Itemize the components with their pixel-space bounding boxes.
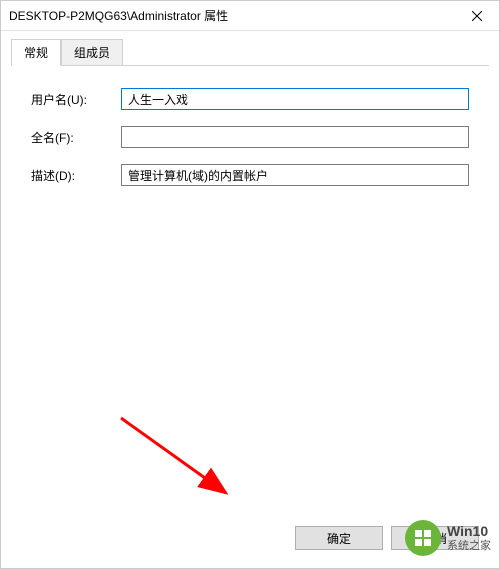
fullname-input[interactable] bbox=[121, 126, 469, 148]
tab-container: 常规 组成员 用户名(U): 全名(F): 描述(D): bbox=[1, 31, 499, 224]
tabs: 常规 组成员 bbox=[11, 39, 489, 66]
description-input[interactable] bbox=[121, 164, 469, 186]
username-label: 用户名(U): bbox=[31, 91, 121, 108]
dialog-buttons: 确定 取消 bbox=[295, 526, 479, 550]
fullname-label: 全名(F): bbox=[31, 129, 121, 146]
annotation-arrow bbox=[111, 408, 241, 508]
tab-memberof[interactable]: 组成员 bbox=[61, 39, 123, 65]
close-icon bbox=[472, 11, 482, 21]
dialog-title: DESKTOP-P2MQG63\Administrator 属性 bbox=[9, 7, 228, 24]
username-row: 用户名(U): bbox=[31, 88, 469, 110]
tab-content: 用户名(U): 全名(F): 描述(D): bbox=[11, 66, 489, 224]
username-input[interactable] bbox=[121, 88, 469, 110]
description-row: 描述(D): bbox=[31, 164, 469, 186]
ok-button[interactable]: 确定 bbox=[295, 526, 383, 550]
properties-dialog: DESKTOP-P2MQG63\Administrator 属性 常规 组成员 … bbox=[0, 0, 500, 569]
close-button[interactable] bbox=[454, 1, 499, 31]
description-label: 描述(D): bbox=[31, 167, 121, 184]
cancel-button[interactable]: 取消 bbox=[391, 526, 479, 550]
tab-general[interactable]: 常规 bbox=[11, 39, 61, 66]
fullname-row: 全名(F): bbox=[31, 126, 469, 148]
titlebar: DESKTOP-P2MQG63\Administrator 属性 bbox=[1, 1, 499, 31]
